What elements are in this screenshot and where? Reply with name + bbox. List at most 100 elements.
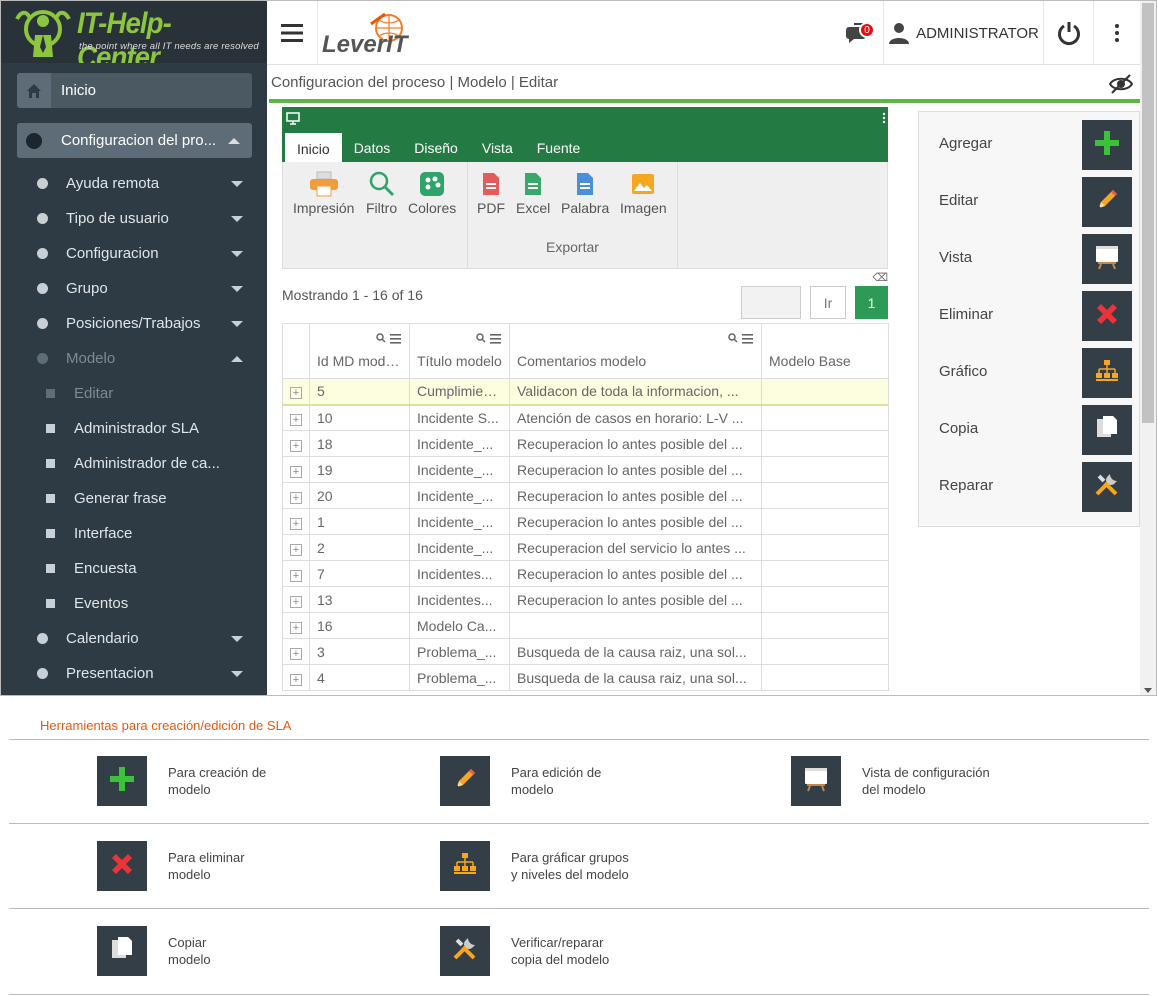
- tab-diseno[interactable]: Diseño: [402, 133, 470, 162]
- ribbon-tabs: Inicio Datos Diseño Vista Fuente: [282, 133, 888, 164]
- expand-plus-icon[interactable]: +: [290, 621, 302, 634]
- menu-toggle-button[interactable]: [267, 1, 317, 65]
- tab-vista[interactable]: Vista: [470, 133, 525, 162]
- sidebar-item-posiciones-trabajos[interactable]: Posiciones/Trabajos: [1, 306, 267, 341]
- app-window: IT-Help-Center the point where all IT ne…: [0, 0, 1157, 696]
- sidebar-item-config[interactable]: Configuracion del pro...: [17, 123, 252, 158]
- sidebar-item-administrador-sla[interactable]: Administrador SLA: [1, 411, 267, 446]
- sidebar-item-eventos[interactable]: Eventos: [1, 586, 267, 621]
- scroll-down-arrow-icon[interactable]: [1144, 688, 1152, 693]
- brand-logo[interactable]: IT-Help-Center the point where all IT ne…: [1, 1, 267, 63]
- ribbon-menu-dots-icon[interactable]: [882, 112, 886, 124]
- table-row[interactable]: +7 Incidentes... Recuperacion lo antes pos…: [282, 560, 889, 587]
- sidebar-item-modelo[interactable]: Modelo: [1, 341, 267, 376]
- table-row[interactable]: +19 Incidente_... Recuperacion lo antes po…: [282, 456, 889, 483]
- column-header[interactable]: Comentarios modelo: [509, 323, 762, 379]
- table-row[interactable]: +10 Incidente S... Atención de casos en ho…: [282, 404, 889, 431]
- column-header[interactable]: Modelo Base: [761, 323, 889, 379]
- row-expander[interactable]: +: [282, 378, 310, 406]
- row-expander[interactable]: +: [282, 534, 310, 561]
- colors-button[interactable]: Colores: [408, 170, 456, 216]
- page-input[interactable]: [741, 286, 801, 319]
- table-row[interactable]: +13 Incidentes... Recuperacion lo antes po…: [282, 586, 889, 613]
- scrollbar-thumb[interactable]: [1142, 3, 1154, 423]
- row-expander[interactable]: +: [282, 508, 310, 535]
- sidebar-item-presentacion[interactable]: Presentacion: [1, 656, 267, 691]
- action-button-vista[interactable]: [1082, 234, 1132, 284]
- expand-plus-icon[interactable]: +: [290, 413, 302, 426]
- column-header[interactable]: Id MD modelo: [309, 323, 410, 379]
- expand-plus-icon[interactable]: +: [290, 439, 302, 452]
- go-button[interactable]: Ir: [810, 286, 846, 319]
- clear-filter-icon[interactable]: ⌫: [872, 271, 888, 284]
- sidebar-item-inicio[interactable]: Inicio: [17, 73, 252, 108]
- row-expander[interactable]: +: [282, 404, 310, 431]
- sidebar-item-calendario[interactable]: Calendario: [1, 621, 267, 656]
- table-row[interactable]: +4 Problema_... Busqueda de la causa raiz,…: [282, 664, 889, 691]
- expand-plus-icon[interactable]: +: [290, 673, 302, 686]
- row-expander[interactable]: +: [282, 664, 310, 691]
- export-pdf-button[interactable]: PDF: [477, 170, 505, 216]
- print-button[interactable]: Impresión: [293, 170, 354, 216]
- expand-plus-icon[interactable]: +: [290, 491, 302, 504]
- action-button-grafico[interactable]: [1082, 348, 1132, 398]
- row-expander[interactable]: +: [282, 638, 310, 665]
- sidebar-item-administrador-de-ca[interactable]: Administrador de ca...: [1, 446, 267, 481]
- column-search-menu-icon[interactable]: [476, 333, 502, 347]
- more-options-button[interactable]: [1093, 1, 1140, 65]
- column-search-menu-icon[interactable]: [728, 333, 754, 347]
- expand-plus-icon[interactable]: +: [290, 517, 302, 530]
- monitor-icon[interactable]: [286, 112, 300, 125]
- expand-plus-icon[interactable]: +: [290, 569, 302, 582]
- table-row[interactable]: +5 Cumplimiento Validacon de toda la infor…: [282, 378, 889, 406]
- sidebar-item-configuracion[interactable]: Configuracion: [1, 236, 267, 271]
- notifications-button[interactable]: 0: [833, 1, 883, 65]
- sidebar-item-encuesta[interactable]: Encuesta: [1, 551, 267, 586]
- export-word-button[interactable]: Palabra: [561, 170, 609, 216]
- tab-datos[interactable]: Datos: [342, 133, 403, 162]
- sidebar-item-tipo-de-usuario[interactable]: Tipo de usuario: [1, 201, 267, 236]
- user-menu-button[interactable]: ADMINISTRATOR: [883, 1, 1043, 65]
- row-expander[interactable]: +: [282, 482, 310, 509]
- action-button-eliminar[interactable]: [1082, 291, 1132, 341]
- export-image-button[interactable]: Imagen: [620, 170, 667, 216]
- column-header[interactable]: Título modelo: [409, 323, 510, 379]
- palette-icon: [420, 172, 445, 196]
- expand-plus-icon[interactable]: +: [290, 647, 302, 660]
- table-cell: [761, 430, 889, 457]
- action-button-editar[interactable]: [1082, 177, 1132, 227]
- expand-plus-icon[interactable]: +: [290, 595, 302, 608]
- action-button-reparar[interactable]: [1082, 462, 1132, 512]
- sidebar-item-editar[interactable]: Editar: [1, 376, 267, 411]
- column-search-menu-icon[interactable]: [376, 333, 402, 347]
- table-row[interactable]: +1 Incidente_... Recuperacion lo antes pos…: [282, 508, 889, 535]
- table-row[interactable]: +18 Incidente_... Recuperacion lo antes po…: [282, 430, 889, 457]
- tab-inicio[interactable]: Inicio: [285, 133, 342, 164]
- row-expander[interactable]: +: [282, 612, 310, 639]
- tab-fuente[interactable]: Fuente: [525, 133, 593, 162]
- table-row[interactable]: +3 Problema_... Busqueda de la causa raiz,…: [282, 638, 889, 665]
- row-expander[interactable]: +: [282, 560, 310, 587]
- logout-button[interactable]: [1043, 1, 1093, 65]
- sidebar-item-interface[interactable]: Interface: [1, 516, 267, 551]
- table-row[interactable]: +16 Modelo Ca...: [282, 612, 889, 639]
- sidebar-item-ayuda-remota[interactable]: Ayuda remota: [1, 166, 267, 201]
- row-expander[interactable]: +: [282, 456, 310, 483]
- expand-plus-icon[interactable]: +: [290, 465, 302, 478]
- action-button-agregar[interactable]: [1082, 120, 1132, 170]
- export-excel-button[interactable]: Excel: [516, 170, 550, 216]
- user-icon: [889, 23, 910, 44]
- table-row[interactable]: +2 Incidente_... Recuperacion del servicio…: [282, 534, 889, 561]
- row-expander[interactable]: +: [282, 586, 310, 613]
- sidebar-item-grupo[interactable]: Grupo: [1, 271, 267, 306]
- table-row[interactable]: +20 Incidente_... Recuperacion lo antes po…: [282, 482, 889, 509]
- current-page-button[interactable]: 1: [855, 286, 888, 319]
- action-button-copia[interactable]: [1082, 405, 1132, 455]
- filter-button[interactable]: Filtro: [366, 170, 397, 216]
- expand-plus-icon[interactable]: +: [290, 543, 302, 556]
- row-expander[interactable]: +: [282, 430, 310, 457]
- sidebar-item-generar-frase[interactable]: Generar frase: [1, 481, 267, 516]
- hide-view-button[interactable]: [1108, 73, 1134, 100]
- expand-plus-icon[interactable]: +: [290, 387, 302, 400]
- scrollbar[interactable]: [1140, 1, 1156, 695]
